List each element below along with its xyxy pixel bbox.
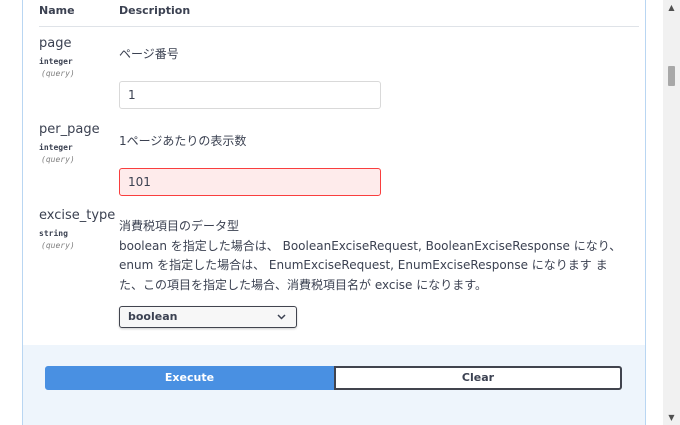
param-in-excise-type: (query) bbox=[41, 241, 75, 250]
column-header-description: Description bbox=[119, 4, 191, 17]
description-line: boolean を指定した場合は、 BooleanExciseRequest, … bbox=[119, 238, 622, 253]
param-in-per-page: (query) bbox=[41, 155, 75, 164]
scroll-up-arrow-icon[interactable]: ▲ bbox=[663, 0, 680, 15]
param-name-per-page: per_page bbox=[39, 122, 100, 137]
param-description-per-page: 1ページあたりの表示数 bbox=[119, 134, 247, 148]
param-type-per-page: integer bbox=[39, 143, 73, 152]
param-description-page: ページ番号 bbox=[119, 47, 179, 61]
scrollbar-thumb[interactable] bbox=[668, 66, 675, 86]
page-input[interactable]: 1 bbox=[119, 81, 381, 109]
description-line: 消費税項目のデータ型 bbox=[119, 219, 240, 233]
clear-button[interactable]: Clear bbox=[334, 366, 622, 390]
parameters-table: Name Description page integer (query) ペー… bbox=[23, 0, 645, 345]
description-line: た、この項目を指定した場合、消費税項目名が excise になります。 bbox=[119, 277, 488, 292]
column-header-name: Name bbox=[39, 4, 75, 17]
execute-button-group: Execute Clear bbox=[45, 366, 622, 390]
scroll-down-arrow-icon[interactable]: ▼ bbox=[663, 410, 680, 425]
execute-button[interactable]: Execute bbox=[45, 366, 334, 390]
select-value: boolean bbox=[128, 310, 178, 323]
page-background bbox=[0, 0, 22, 425]
vertical-scrollbar[interactable]: ▲ ▼ bbox=[663, 0, 680, 425]
param-type-excise-type: string bbox=[39, 229, 68, 238]
excise-type-select[interactable]: boolean bbox=[119, 306, 297, 328]
param-name-excise-type: excise_type bbox=[39, 208, 116, 223]
operation-panel: Name Description page integer (query) ペー… bbox=[22, 0, 646, 425]
per-page-input[interactable]: 101 bbox=[119, 168, 381, 196]
chevron-down-icon bbox=[277, 310, 286, 327]
header-divider bbox=[39, 26, 639, 27]
description-line: enum を指定した場合は、 EnumExciseRequest, EnumEx… bbox=[119, 258, 608, 272]
param-type-page: integer bbox=[39, 57, 73, 66]
param-in-page: (query) bbox=[41, 69, 75, 78]
param-description-excise-type: 消費税項目のデータ型 boolean を指定した場合は、 BooleanExci… bbox=[119, 217, 621, 295]
param-name-page: page bbox=[39, 36, 72, 51]
